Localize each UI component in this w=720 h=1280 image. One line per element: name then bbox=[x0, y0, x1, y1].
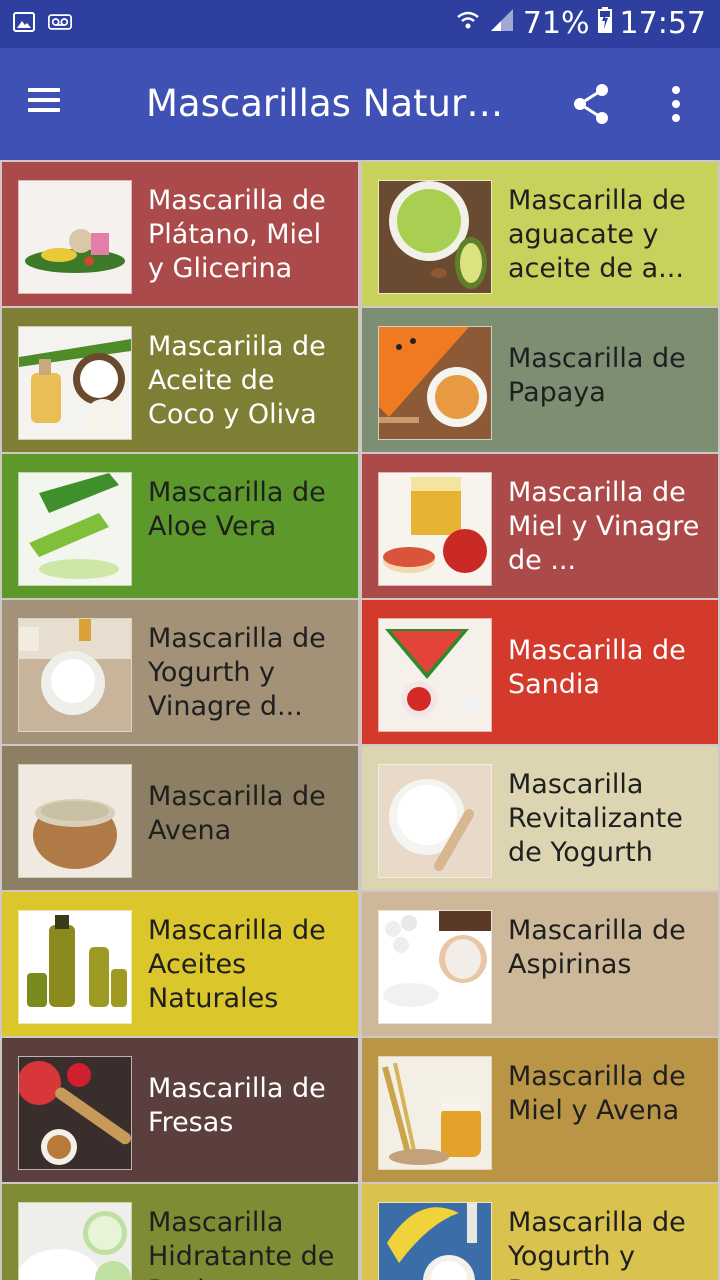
recipe-card-9[interactable]: Mascarilla de Avena bbox=[2, 746, 358, 890]
recipe-photo bbox=[19, 473, 131, 585]
recipe-photo bbox=[19, 1203, 131, 1280]
recipe-photo bbox=[19, 911, 131, 1023]
recipe-title: Mascarilla de Papaya bbox=[508, 343, 686, 408]
recipe-title: Mascarilla de Yogurth y Banana bbox=[508, 1207, 686, 1280]
recipe-title: Mascarilla de Fresas bbox=[148, 1073, 326, 1138]
recipe-thumbnail bbox=[378, 180, 492, 294]
recipe-photo bbox=[379, 765, 491, 877]
recipe-thumbnail bbox=[378, 1202, 492, 1280]
recipe-title: Mascarilla de Aceites Naturales bbox=[148, 915, 326, 1014]
recipe-title: Mascarilla de Aspirinas bbox=[508, 915, 686, 980]
recipe-photo bbox=[19, 1057, 131, 1169]
recipe-title: Mascarilla de Miel y Vinagre de ... bbox=[508, 477, 700, 576]
recipe-card-8[interactable]: Mascarilla de Sandia bbox=[362, 600, 718, 744]
recipe-card-12[interactable]: Mascarilla de Aspirinas bbox=[362, 892, 718, 1036]
recipe-title: Mascariila de Aceite de Coco y Oliva bbox=[148, 331, 326, 430]
recipe-card-4[interactable]: Mascarilla de Papaya bbox=[362, 308, 718, 452]
recipe-photo bbox=[19, 765, 131, 877]
recipe-title: Mascarilla de Avena bbox=[148, 781, 326, 846]
recipe-photo bbox=[19, 619, 131, 731]
clock: 17:57 bbox=[619, 6, 706, 41]
status-bar: 71% 17:57 bbox=[0, 0, 720, 48]
recipe-title: Mascarilla de Miel y Avena bbox=[508, 1061, 686, 1126]
recipe-thumbnail bbox=[378, 910, 492, 1024]
recipe-thumbnail bbox=[18, 326, 132, 440]
recipe-thumbnail bbox=[18, 764, 132, 878]
recipe-card-6[interactable]: Mascarilla de Miel y Vinagre de ... bbox=[362, 454, 718, 598]
recipe-card-7[interactable]: Mascarilla de Yogurth y Vinagre d... bbox=[2, 600, 358, 744]
remedy-grid: Mascarilla de Plátano, Miel y Glicerina … bbox=[0, 160, 720, 1280]
recipe-card-15[interactable]: Mascarilla Hidratante de Pepino bbox=[2, 1184, 358, 1280]
recipe-card-1[interactable]: Mascarilla de Plátano, Miel y Glicerina bbox=[2, 162, 358, 306]
recipe-thumbnail bbox=[18, 472, 132, 586]
recipe-photo bbox=[379, 181, 491, 293]
voicemail-icon bbox=[48, 10, 72, 34]
recipe-thumbnail bbox=[18, 910, 132, 1024]
app-title: Mascarillas Naturales bbox=[146, 82, 516, 125]
recipe-card-5[interactable]: Mascarilla de Aloe Vera bbox=[2, 454, 358, 598]
battery-icon bbox=[597, 6, 612, 42]
recipe-photo bbox=[379, 327, 491, 439]
recipe-photo bbox=[379, 473, 491, 585]
recipe-thumbnail bbox=[18, 180, 132, 294]
recipe-thumbnail bbox=[18, 1056, 132, 1170]
recipe-card-13[interactable]: Mascarilla de Fresas bbox=[2, 1038, 358, 1182]
recipe-photo bbox=[19, 327, 131, 439]
more-options-icon[interactable] bbox=[656, 78, 696, 130]
recipe-title: Mascarilla de aguacate y aceite de a... bbox=[508, 185, 686, 284]
recipe-card-2[interactable]: Mascarilla de aguacate y aceite de a... bbox=[362, 162, 718, 306]
recipe-thumbnail bbox=[18, 1202, 132, 1280]
recipe-title: Mascarilla de Plátano, Miel y Glicerina bbox=[148, 185, 326, 284]
recipe-thumbnail bbox=[378, 618, 492, 732]
recipe-card-11[interactable]: Mascarilla de Aceites Naturales bbox=[2, 892, 358, 1036]
gallery-notification-icon bbox=[12, 10, 36, 34]
wifi-icon bbox=[455, 6, 481, 42]
battery-level: 71% bbox=[522, 6, 590, 41]
signal-icon bbox=[489, 6, 515, 42]
recipe-photo bbox=[379, 1203, 491, 1280]
recipe-card-14[interactable]: Mascarilla de Miel y Avena bbox=[362, 1038, 718, 1182]
app-bar: Mascarillas Naturales bbox=[0, 48, 720, 160]
menu-icon[interactable] bbox=[20, 84, 68, 124]
recipe-title: Mascarilla de Sandia bbox=[508, 635, 686, 700]
recipe-title: Mascarilla de Aloe Vera bbox=[148, 477, 326, 542]
recipe-photo bbox=[379, 1057, 491, 1169]
recipe-thumbnail bbox=[18, 618, 132, 732]
share-icon[interactable] bbox=[566, 78, 618, 130]
recipe-thumbnail bbox=[378, 1056, 492, 1170]
recipe-thumbnail bbox=[378, 472, 492, 586]
recipe-card-16[interactable]: Mascarilla de Yogurth y Banana bbox=[362, 1184, 718, 1280]
recipe-card-10[interactable]: Mascarilla Revitalizante de Yogurth bbox=[362, 746, 718, 890]
recipe-photo bbox=[379, 911, 491, 1023]
recipe-thumbnail bbox=[378, 764, 492, 878]
recipe-photo bbox=[379, 619, 491, 731]
recipe-title: Mascarilla Revitalizante de Yogurth bbox=[508, 769, 683, 868]
recipe-photo bbox=[19, 181, 131, 293]
recipe-card-3[interactable]: Mascariila de Aceite de Coco y Oliva bbox=[2, 308, 358, 452]
recipe-thumbnail bbox=[378, 326, 492, 440]
recipe-title: Mascarilla Hidratante de Pepino bbox=[148, 1207, 335, 1280]
recipe-title: Mascarilla de Yogurth y Vinagre d... bbox=[148, 623, 326, 722]
